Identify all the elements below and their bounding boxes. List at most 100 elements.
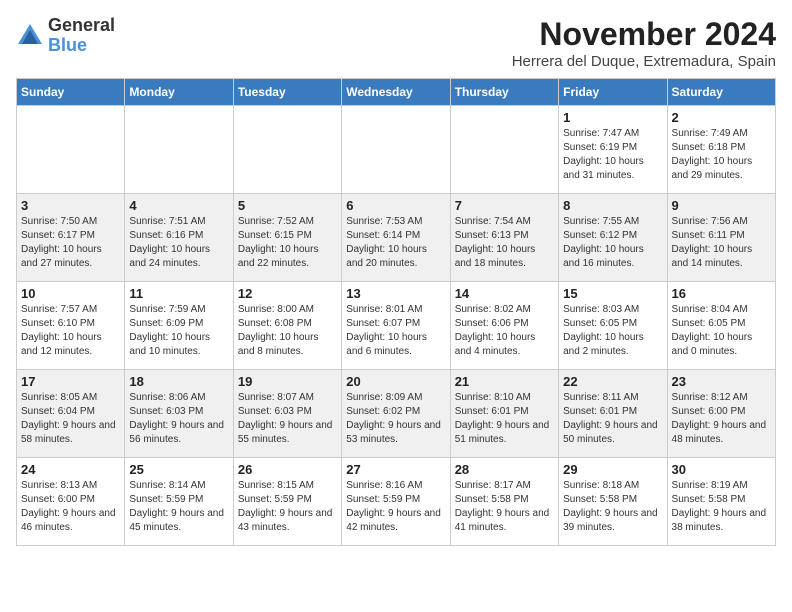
day-number: 21: [455, 374, 554, 389]
week-row-2: 10Sunrise: 7:57 AM Sunset: 6:10 PM Dayli…: [17, 282, 776, 370]
day-cell-4: 4 Sunrise: 7:51 AM Sunset: 6:16 PM Daylig…: [125, 194, 233, 282]
day-cell-23: 23 Sunrise: 8:12 AM Sunset: 6:00 PM Dayli…: [667, 370, 775, 458]
day-cell-6: 6 Sunrise: 7:53 AM Sunset: 6:14 PM Daylig…: [342, 194, 450, 282]
day-info: Sunrise: 7:53 AM Sunset: 6:14 PM Dayligh…: [346, 215, 445, 271]
day-info: Sunrise: 7:56 AM Sunset: 6:11 PM Dayligh…: [672, 215, 771, 271]
title-section: November 2024 Herrera del Duque, Extrema…: [512, 16, 776, 70]
day-info: Sunrise: 8:10 AM Sunset: 6:01 PM Dayligh…: [455, 391, 554, 447]
weekday-header-monday: Monday: [125, 79, 233, 106]
weekday-header-wednesday: Wednesday: [342, 79, 450, 106]
day-number: 24: [21, 462, 120, 477]
day-info: Sunrise: 8:18 AM Sunset: 5:58 PM Dayligh…: [563, 479, 662, 535]
empty-cell: [450, 106, 558, 194]
day-info: Sunrise: 7:55 AM Sunset: 6:12 PM Dayligh…: [563, 215, 662, 271]
day-number: 30: [672, 462, 771, 477]
day-number: 7: [455, 198, 554, 213]
day-info: Sunrise: 8:05 AM Sunset: 6:04 PM Dayligh…: [21, 391, 120, 447]
day-info: Sunrise: 7:54 AM Sunset: 6:13 PM Dayligh…: [455, 215, 554, 271]
logo: General Blue: [16, 16, 115, 56]
day-info: Sunrise: 8:17 AM Sunset: 5:58 PM Dayligh…: [455, 479, 554, 535]
day-info: Sunrise: 8:12 AM Sunset: 6:00 PM Dayligh…: [672, 391, 771, 447]
day-info: Sunrise: 7:47 AM Sunset: 6:19 PM Dayligh…: [563, 127, 662, 183]
day-number: 25: [129, 462, 228, 477]
logo-icon: [16, 22, 44, 50]
empty-cell: [125, 106, 233, 194]
day-cell-26: 26 Sunrise: 8:15 AM Sunset: 5:59 PM Dayli…: [233, 458, 341, 546]
day-cell-20: 20 Sunrise: 8:09 AM Sunset: 6:02 PM Dayli…: [342, 370, 450, 458]
day-info: Sunrise: 8:01 AM Sunset: 6:07 PM Dayligh…: [346, 303, 445, 359]
day-number: 9: [672, 198, 771, 213]
logo-general: General: [48, 15, 115, 35]
weekday-header-row: SundayMondayTuesdayWednesdayThursdayFrid…: [17, 79, 776, 106]
day-info: Sunrise: 8:14 AM Sunset: 5:59 PM Dayligh…: [129, 479, 228, 535]
day-cell-28: 28Sunrise: 8:17 AM Sunset: 5:58 PM Dayli…: [450, 458, 558, 546]
day-info: Sunrise: 7:52 AM Sunset: 6:15 PM Dayligh…: [238, 215, 337, 271]
day-info: Sunrise: 8:13 AM Sunset: 6:00 PM Dayligh…: [21, 479, 120, 535]
day-number: 22: [563, 374, 662, 389]
day-cell-24: 24 Sunrise: 8:13 AM Sunset: 6:00 PM Dayli…: [17, 458, 125, 546]
day-cell-3: 3Sunrise: 7:50 AM Sunset: 6:17 PM Daylig…: [17, 194, 125, 282]
day-number: 6: [346, 198, 445, 213]
day-cell-16: 16 Sunrise: 8:04 AM Sunset: 6:05 PM Dayli…: [667, 282, 775, 370]
day-info: Sunrise: 8:06 AM Sunset: 6:03 PM Dayligh…: [129, 391, 228, 447]
day-cell-21: 21 Sunrise: 8:10 AM Sunset: 6:01 PM Dayli…: [450, 370, 558, 458]
day-number: 11: [129, 286, 228, 301]
day-cell-17: 17 Sunrise: 8:05 AM Sunset: 6:04 PM Dayli…: [17, 370, 125, 458]
day-cell-10: 10Sunrise: 7:57 AM Sunset: 6:10 PM Dayli…: [17, 282, 125, 370]
day-cell-15: 15 Sunrise: 8:03 AM Sunset: 6:05 PM Dayli…: [559, 282, 667, 370]
header: General Blue November 2024 Herrera del D…: [16, 16, 776, 70]
day-info: Sunrise: 7:49 AM Sunset: 6:18 PM Dayligh…: [672, 127, 771, 183]
day-cell-25: 25 Sunrise: 8:14 AM Sunset: 5:59 PM Dayli…: [125, 458, 233, 546]
day-cell-11: 11Sunrise: 7:59 AM Sunset: 6:09 PM Dayli…: [125, 282, 233, 370]
day-cell-22: 22Sunrise: 8:11 AM Sunset: 6:01 PM Dayli…: [559, 370, 667, 458]
day-info: Sunrise: 7:57 AM Sunset: 6:10 PM Dayligh…: [21, 303, 120, 359]
day-number: 19: [238, 374, 337, 389]
day-number: 12: [238, 286, 337, 301]
day-cell-9: 9 Sunrise: 7:56 AM Sunset: 6:11 PM Daylig…: [667, 194, 775, 282]
day-info: Sunrise: 8:16 AM Sunset: 5:59 PM Dayligh…: [346, 479, 445, 535]
logo-blue: Blue: [48, 35, 87, 55]
day-cell-29: 29 Sunrise: 8:18 AM Sunset: 5:58 PM Dayli…: [559, 458, 667, 546]
day-info: Sunrise: 8:09 AM Sunset: 6:02 PM Dayligh…: [346, 391, 445, 447]
week-row-1: 3Sunrise: 7:50 AM Sunset: 6:17 PM Daylig…: [17, 194, 776, 282]
weekday-header-thursday: Thursday: [450, 79, 558, 106]
day-number: 29: [563, 462, 662, 477]
day-number: 8: [563, 198, 662, 213]
day-number: 17: [21, 374, 120, 389]
day-number: 4: [129, 198, 228, 213]
day-info: Sunrise: 8:00 AM Sunset: 6:08 PM Dayligh…: [238, 303, 337, 359]
week-row-3: 17 Sunrise: 8:05 AM Sunset: 6:04 PM Dayli…: [17, 370, 776, 458]
day-number: 16: [672, 286, 771, 301]
day-info: Sunrise: 8:19 AM Sunset: 5:58 PM Dayligh…: [672, 479, 771, 535]
month-title: November 2024: [512, 16, 776, 53]
day-number: 14: [455, 286, 554, 301]
day-info: Sunrise: 8:03 AM Sunset: 6:05 PM Dayligh…: [563, 303, 662, 359]
empty-cell: [342, 106, 450, 194]
day-info: Sunrise: 8:02 AM Sunset: 6:06 PM Dayligh…: [455, 303, 554, 359]
day-number: 2: [672, 110, 771, 125]
day-cell-8: 8 Sunrise: 7:55 AM Sunset: 6:12 PM Daylig…: [559, 194, 667, 282]
day-number: 13: [346, 286, 445, 301]
day-number: 15: [563, 286, 662, 301]
day-info: Sunrise: 8:15 AM Sunset: 5:59 PM Dayligh…: [238, 479, 337, 535]
day-number: 23: [672, 374, 771, 389]
weekday-header-saturday: Saturday: [667, 79, 775, 106]
weekday-header-tuesday: Tuesday: [233, 79, 341, 106]
week-row-4: 24 Sunrise: 8:13 AM Sunset: 6:00 PM Dayli…: [17, 458, 776, 546]
empty-cell: [233, 106, 341, 194]
day-number: 20: [346, 374, 445, 389]
empty-cell: [17, 106, 125, 194]
day-number: 3: [21, 198, 120, 213]
day-number: 27: [346, 462, 445, 477]
day-number: 18: [129, 374, 228, 389]
day-info: Sunrise: 7:51 AM Sunset: 6:16 PM Dayligh…: [129, 215, 228, 271]
day-cell-12: 12 Sunrise: 8:00 AM Sunset: 6:08 PM Dayli…: [233, 282, 341, 370]
day-info: Sunrise: 8:04 AM Sunset: 6:05 PM Dayligh…: [672, 303, 771, 359]
day-number: 26: [238, 462, 337, 477]
weekday-header-sunday: Sunday: [17, 79, 125, 106]
day-cell-7: 7 Sunrise: 7:54 AM Sunset: 6:13 PM Daylig…: [450, 194, 558, 282]
day-cell-19: 19Sunrise: 8:07 AM Sunset: 6:03 PM Dayli…: [233, 370, 341, 458]
day-number: 1: [563, 110, 662, 125]
weekday-header-friday: Friday: [559, 79, 667, 106]
day-cell-13: 13 Sunrise: 8:01 AM Sunset: 6:07 PM Dayli…: [342, 282, 450, 370]
